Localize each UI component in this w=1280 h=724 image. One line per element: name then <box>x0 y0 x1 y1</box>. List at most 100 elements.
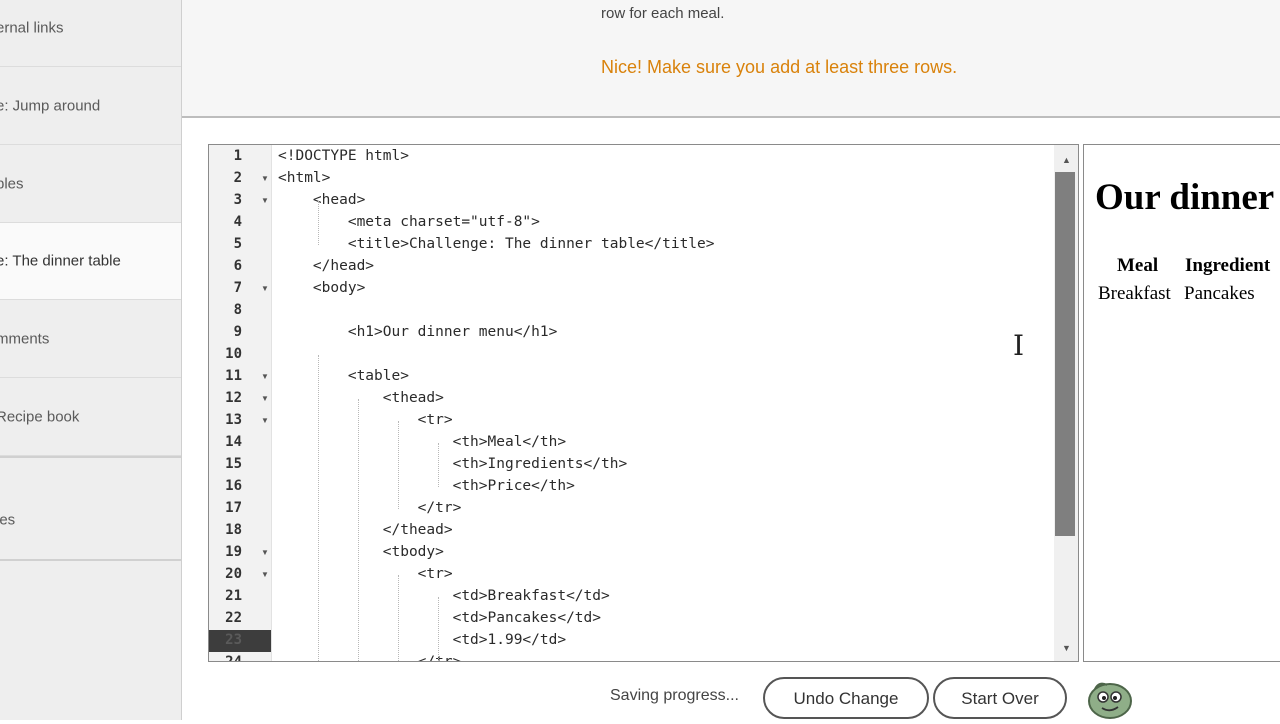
code-line[interactable]: 3 ▼ <head> <box>209 190 1054 212</box>
code-line[interactable]: 9 <h1>Our dinner menu</h1> <box>209 322 1054 344</box>
sidebar-item-label: ernal links <box>0 19 64 37</box>
fold-toggle-icon[interactable]: ▼ <box>261 284 269 293</box>
line-number: 3 <box>233 192 242 208</box>
fold-toggle-icon[interactable]: ▼ <box>261 174 269 183</box>
line-number: 1 <box>233 148 242 164</box>
sidebar-item-label: Recipe book <box>0 408 80 426</box>
code-line[interactable]: 10 <box>209 344 1054 366</box>
sidebar-item-label: mments <box>0 330 50 348</box>
code-line[interactable]: 5 <title>Challenge: The dinner table</ti… <box>209 234 1054 256</box>
code-text: <h1>Our dinner menu</h1> <box>278 324 558 340</box>
code-editor[interactable]: 1 <!DOCTYPE html> 2 ▼ <html> 3 ▼ <head> 4 <meta… <box>208 144 1079 662</box>
undo-change-button[interactable]: Undo Change <box>763 677 929 719</box>
line-number: 24 <box>225 654 242 662</box>
indent-guide <box>398 575 400 661</box>
sidebar-divider <box>0 456 181 458</box>
code-text: <td>1.99</td> <box>278 632 567 648</box>
code-line[interactable]: 7 ▼ <body> <box>209 278 1054 300</box>
code-text: <body> <box>278 280 366 296</box>
line-number: 5 <box>233 236 242 252</box>
code-text: <th>Ingredients</th> <box>278 456 628 472</box>
fold-toggle-icon[interactable]: ▼ <box>261 196 269 205</box>
line-number: 16 <box>225 478 242 494</box>
preview-header-ingredients: Ingredient <box>1185 255 1271 276</box>
code-text: </tr> <box>278 500 462 516</box>
line-number: 17 <box>225 500 242 516</box>
code-text: </thead> <box>278 522 453 538</box>
sidebar-item-styles[interactable]: les <box>0 480 181 560</box>
code-text: <thead> <box>278 390 444 406</box>
line-number: 4 <box>233 214 242 230</box>
code-line[interactable]: 16 <th>Price</th> <box>209 476 1054 498</box>
fold-toggle-icon[interactable]: ▼ <box>261 372 269 381</box>
sidebar-item-jump-around[interactable]: e: Jump around <box>0 68 181 145</box>
fold-toggle-icon[interactable]: ▼ <box>261 570 269 579</box>
sidebar-item-label: e: Jump around <box>0 97 101 115</box>
indent-guide <box>358 399 360 661</box>
preview-cell-ingredients: Pancakes <box>1184 283 1255 304</box>
preview-header-meal: Meal <box>1117 255 1159 276</box>
output-preview: Our dinner Meal Ingredient Breakfast Pan… <box>1083 144 1280 662</box>
fold-toggle-icon[interactable]: ▼ <box>261 394 269 403</box>
code-line[interactable]: 21 <td>Breakfast</td> <box>209 586 1054 608</box>
line-number: 14 <box>225 434 242 450</box>
line-number: 7 <box>233 280 242 296</box>
line-number: 10 <box>225 346 242 362</box>
code-line[interactable]: 20 ▼ <tr> <box>209 564 1054 586</box>
sidebar-item-dinner-table[interactable]: e: The dinner table <box>0 223 181 300</box>
code-line[interactable]: 18 </thead> <box>209 520 1054 542</box>
line-number: 11 <box>225 368 242 384</box>
code-text: <tr> <box>278 412 453 428</box>
code-line[interactable]: 15 <th>Ingredients</th> <box>209 454 1054 476</box>
code-line[interactable]: 24 </tr> <box>209 652 1054 662</box>
line-number: 12 <box>225 390 242 406</box>
code-line[interactable]: 2 ▼ <html> <box>209 168 1054 190</box>
line-number: 9 <box>233 324 242 340</box>
code-line[interactable]: 6 </head> <box>209 256 1054 278</box>
code-text: </head> <box>278 258 375 274</box>
code-line[interactable]: 12 ▼ <thead> <box>209 388 1054 410</box>
line-number: 20 <box>225 566 242 582</box>
indent-guide <box>438 443 440 487</box>
indent-guide <box>318 201 320 245</box>
code-text: <table> <box>278 368 409 384</box>
avatar-icon[interactable] <box>1085 677 1135 719</box>
instructions-panel: row for each meal. Nice! Make sure you a… <box>182 0 1280 118</box>
scrollbar-thumb[interactable] <box>1055 172 1075 536</box>
feedback-message: Nice! Make sure you add at least three r… <box>601 57 958 77</box>
code-line[interactable]: 17 </tr> <box>209 498 1054 520</box>
scroll-up-arrow-icon[interactable]: ▲ <box>1062 155 1071 165</box>
fold-toggle-icon[interactable]: ▼ <box>261 548 269 557</box>
start-over-button[interactable]: Start Over <box>933 677 1067 719</box>
sidebar-item-label: bles <box>0 175 24 193</box>
code-line[interactable]: 4 <meta charset="utf-8"> <box>209 212 1054 234</box>
sidebar-item-comments[interactable]: mments <box>0 301 181 378</box>
code-line[interactable]: 11 ▼ <table> <box>209 366 1054 388</box>
saving-status: Saving progress... <box>610 687 739 704</box>
line-number: 22 <box>225 610 242 626</box>
line-number: 18 <box>225 522 242 538</box>
code-text: <head> <box>278 192 366 208</box>
code-line[interactable]: 1 <!DOCTYPE html> <box>209 146 1054 168</box>
scroll-down-arrow-icon[interactable]: ▼ <box>1062 643 1071 653</box>
line-number: 15 <box>225 456 242 472</box>
code-line[interactable]: 23 <td>1.99</td> <box>209 630 1054 652</box>
line-number: 8 <box>233 302 242 318</box>
code-line[interactable]: 22 <td>Pancakes</td> <box>209 608 1054 630</box>
code-text: <title>Challenge: The dinner table</titl… <box>278 236 715 252</box>
sidebar-item-recipe-book[interactable]: Recipe book <box>0 379 181 456</box>
code-text: <th>Price</th> <box>278 478 575 494</box>
sidebar-item-external-links[interactable]: ernal links <box>0 0 181 67</box>
fold-toggle-icon[interactable]: ▼ <box>261 416 269 425</box>
code-text: <html> <box>278 170 331 186</box>
code-line[interactable]: 13 ▼ <tr> <box>209 410 1054 432</box>
line-number: 2 <box>233 170 242 186</box>
code-line[interactable]: 14 <th>Meal</th> <box>209 432 1054 454</box>
preview-heading: Our dinner <box>1095 177 1275 218</box>
code-line[interactable]: 8 <box>209 300 1054 322</box>
code-text: </tr> <box>278 654 462 662</box>
sidebar-item-tables[interactable]: bles <box>0 146 181 223</box>
line-number: 6 <box>233 258 242 274</box>
indent-guide <box>398 421 400 509</box>
code-line[interactable]: 19 ▼ <tbody> <box>209 542 1054 564</box>
